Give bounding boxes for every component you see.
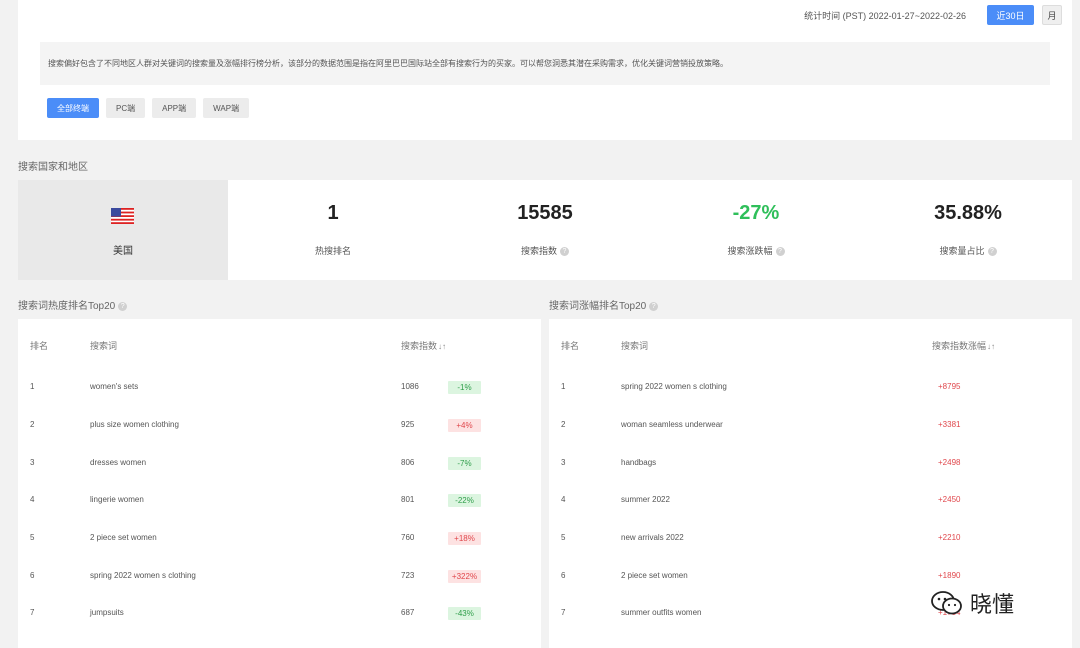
metric-label: 搜索涨跌幅? [656, 244, 856, 257]
row-keyword[interactable]: summer 2022 [621, 495, 670, 504]
row-keyword[interactable]: handbags [621, 458, 656, 467]
hot-keyword-table [18, 319, 541, 648]
row-keyword[interactable]: plus size women clothing [90, 420, 179, 429]
row-keyword[interactable]: spring 2022 women s clothing [621, 382, 727, 391]
row-rank: 5 [561, 533, 566, 542]
row-rank: 3 [30, 458, 35, 467]
row-rank: 6 [30, 571, 35, 580]
row-keyword[interactable]: woman seamless underwear [621, 420, 723, 429]
row-rank: 6 [561, 571, 566, 580]
metric-search-index: 15585 搜索指数? [445, 180, 645, 280]
row-rank: 1 [30, 382, 35, 391]
sort-icon[interactable]: ↓↑ [438, 342, 446, 351]
terminal-tabs: 全部终端 PC端 APP端 WAP端 [47, 98, 250, 118]
metric-label: 搜索指数? [445, 244, 645, 257]
row-growth: +3381 [938, 420, 961, 429]
row-search-index: 801 [401, 495, 415, 504]
watermark: 晓懂 [930, 587, 1014, 619]
metric-value: -27% [732, 202, 780, 224]
row-search-index: 925 [401, 420, 415, 429]
row-rank: 2 [30, 420, 35, 429]
row-growth: +1890 [938, 571, 961, 580]
metric-search-change: -27% 搜索涨跌幅? [656, 180, 856, 280]
col-keyword: 搜索词 [90, 341, 118, 351]
row-keyword[interactable]: lingerie women [90, 495, 144, 504]
row-rank: 1 [561, 382, 566, 391]
country-section-title: 搜索国家和地区 [18, 162, 88, 173]
col-search-index-growth[interactable]: 搜索指数涨幅↓↑ [932, 339, 995, 352]
row-growth: +2450 [938, 495, 961, 504]
tab-app[interactable]: APP端 [152, 98, 197, 118]
country-cell[interactable]: 美国 [18, 180, 228, 280]
us-flag-icon [111, 208, 134, 224]
help-icon[interactable]: ? [775, 247, 785, 257]
row-rank: 7 [561, 608, 566, 617]
row-keyword[interactable]: women's sets [90, 382, 138, 391]
row-rank: 7 [30, 608, 35, 617]
change-badge: +322% [448, 570, 481, 583]
tab-wap[interactable]: WAP端 [203, 98, 250, 118]
wechat-icon [931, 591, 962, 615]
change-badge: +4% [448, 419, 481, 432]
country-card: 美国 1 热搜排名 15585 搜索指数? -27% 搜索涨跌幅? 35.88%… [18, 180, 1072, 280]
filter-card: 统计时间 (PST) 2022-01-27~2022-02-26 近30日 月 … [18, 0, 1072, 140]
row-keyword[interactable]: summer outfits women [621, 608, 701, 617]
growth-table-title: 搜索词涨幅排名Top20? [549, 297, 659, 312]
row-growth: +2210 [938, 533, 961, 542]
help-icon[interactable]: ? [560, 247, 569, 257]
metric-hot-rank: 1 热搜排名 [233, 180, 433, 280]
row-keyword[interactable]: new arrivals 2022 [621, 533, 684, 542]
metric-label: 搜索量占比? [868, 244, 1068, 257]
col-search-index[interactable]: 搜索指数↓↑ [401, 339, 446, 352]
row-keyword[interactable]: 2 piece set women [90, 533, 157, 542]
metric-value: 35.88% [934, 202, 1002, 224]
row-keyword[interactable]: dresses women [90, 458, 146, 467]
help-icon[interactable]: ? [649, 301, 659, 311]
row-search-index: 723 [401, 571, 415, 580]
help-icon[interactable]: ? [987, 247, 997, 257]
month-button[interactable]: 月 [1042, 5, 1062, 25]
change-badge: -43% [448, 607, 481, 620]
row-rank: 4 [561, 495, 566, 504]
row-keyword[interactable]: spring 2022 women s clothing [90, 571, 196, 580]
row-search-index: 760 [401, 533, 415, 542]
row-search-index: 806 [401, 458, 415, 467]
metric-search-share: 35.88% 搜索量占比? [868, 180, 1068, 280]
change-badge: +18% [448, 532, 481, 545]
sort-icon[interactable]: ↓↑ [987, 342, 995, 351]
tab-pc[interactable]: PC端 [106, 98, 146, 118]
description-text: 搜索偏好包含了不同地区人群对关键词的搜索量及涨幅排行榜分析，该部分的数据范围是指… [48, 59, 728, 68]
metric-label: 热搜排名 [314, 246, 351, 256]
row-growth: +2498 [938, 458, 961, 467]
row-search-index: 1086 [401, 382, 419, 391]
help-icon[interactable]: ? [118, 301, 128, 311]
country-name: 美国 [113, 246, 133, 257]
stat-time: 统计时间 (PST) 2022-01-27~2022-02-26 [804, 11, 966, 21]
row-search-index: 687 [401, 608, 415, 617]
last-30-days-button[interactable]: 近30日 [987, 5, 1034, 25]
row-rank: 2 [561, 420, 566, 429]
row-rank: 5 [30, 533, 35, 542]
metric-value: 15585 [517, 202, 573, 224]
col-keyword: 搜索词 [621, 341, 649, 351]
row-keyword[interactable]: 2 piece set women [621, 571, 688, 580]
watermark-text: 晓懂 [970, 592, 1015, 617]
row-growth: +8795 [938, 382, 961, 391]
change-badge: -7% [448, 457, 481, 470]
description-box: 搜索偏好包含了不同地区人群对关键词的搜索量及涨幅排行榜分析，该部分的数据范围是指… [40, 42, 1050, 85]
tab-all-terminals[interactable]: 全部终端 [47, 98, 99, 118]
col-rank: 排名 [561, 341, 580, 351]
row-rank: 3 [561, 458, 566, 467]
metric-value: 1 [327, 202, 339, 224]
hot-table-title: 搜索词热度排名Top20? [18, 297, 128, 312]
row-keyword[interactable]: jumpsuits [90, 608, 124, 617]
col-rank: 排名 [30, 341, 49, 351]
change-badge: -22% [448, 494, 481, 507]
change-badge: -1% [448, 381, 481, 394]
row-rank: 4 [30, 495, 35, 504]
